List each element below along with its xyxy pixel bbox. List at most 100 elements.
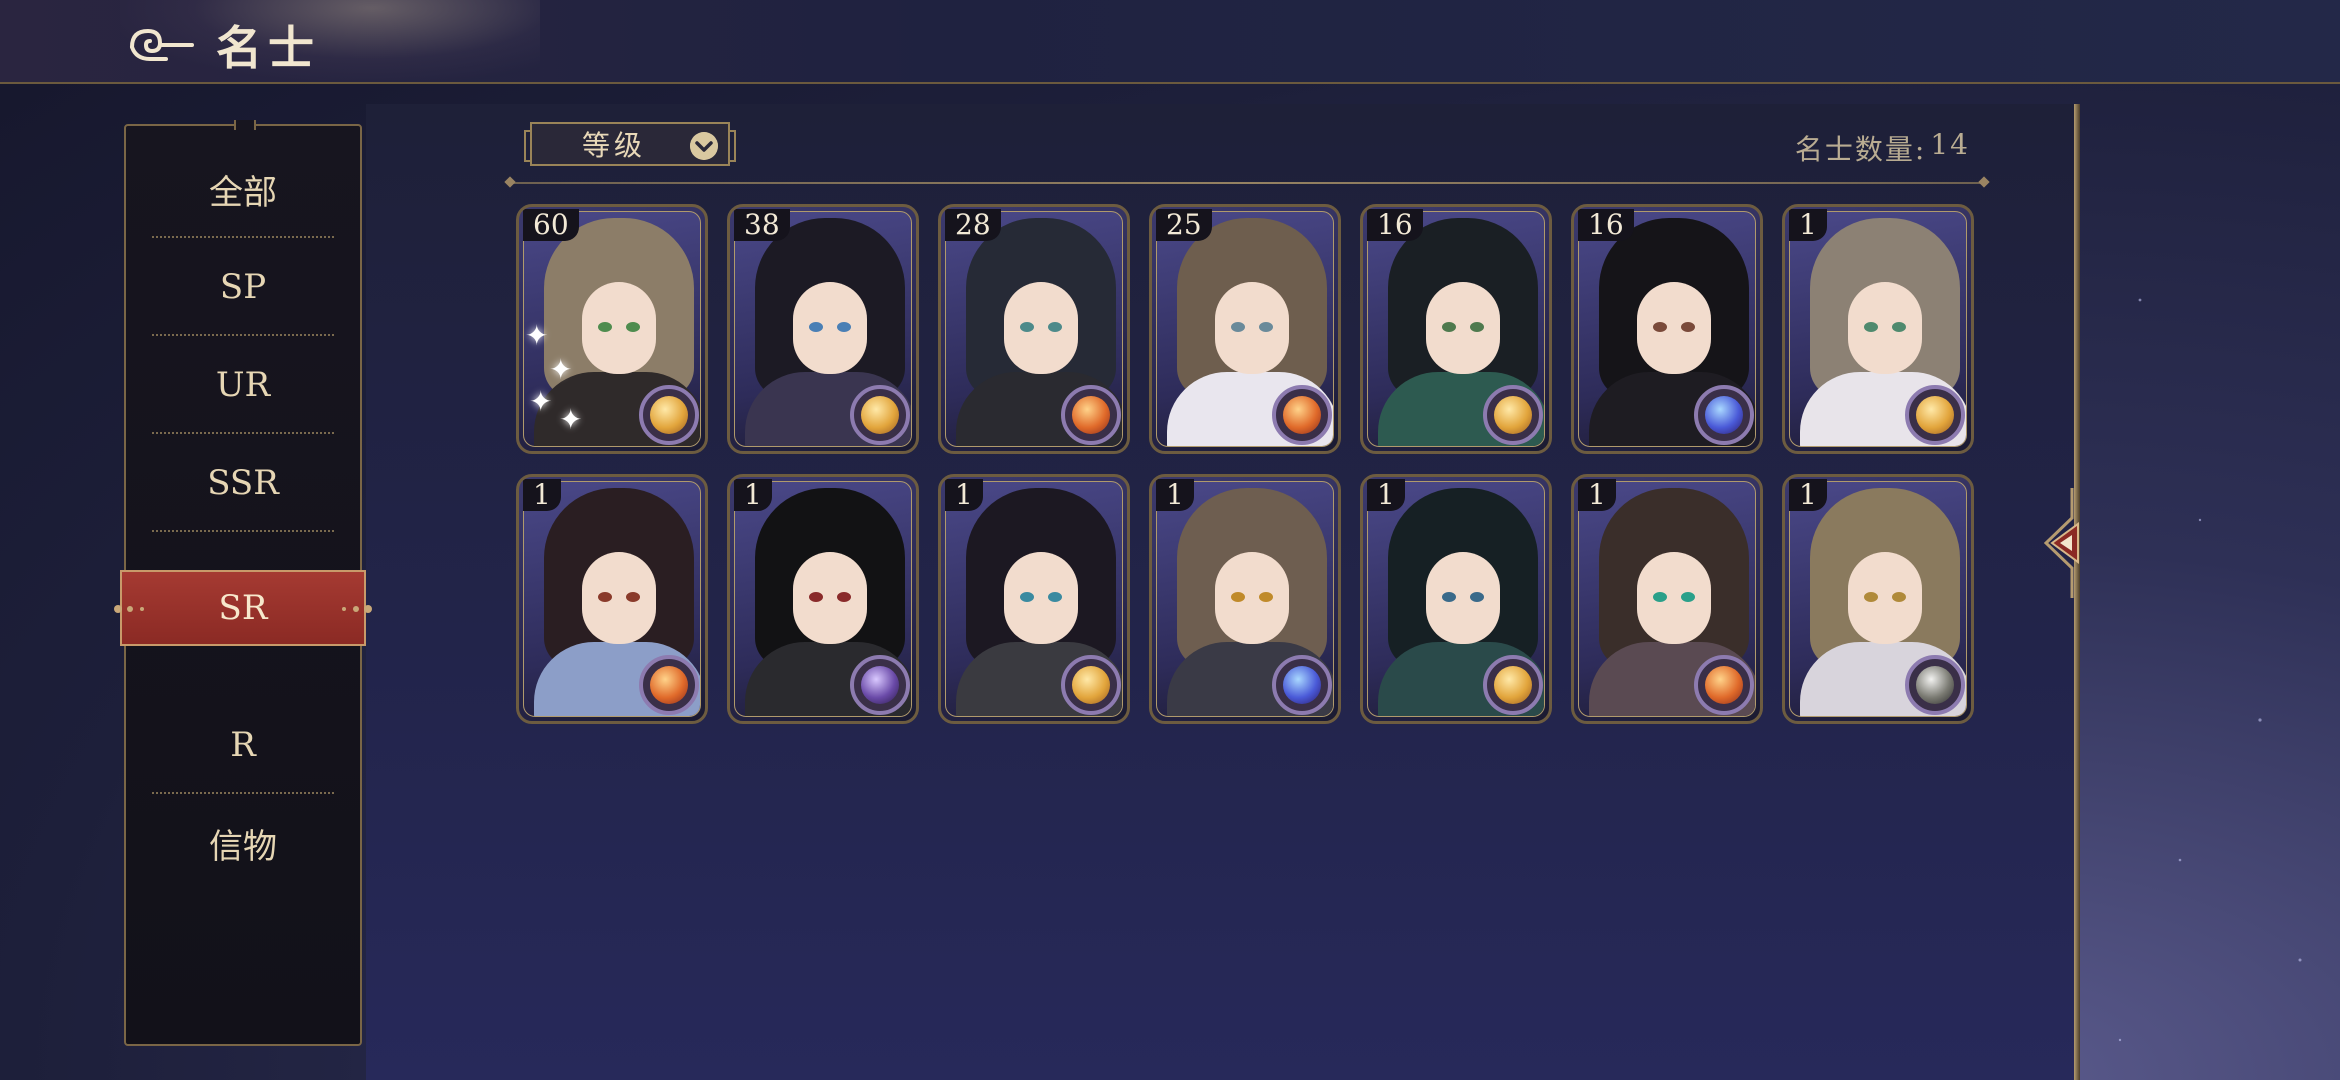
sparkle-icon: ✦	[559, 403, 583, 436]
portrait-face	[793, 282, 867, 374]
portrait-eye	[1020, 592, 1034, 602]
sidebar-item-ur[interactable]: UR	[126, 336, 360, 434]
cloud-swirl-icon	[130, 28, 194, 61]
sort-label: 等级	[582, 129, 647, 162]
portrait-eye	[1864, 592, 1878, 602]
portrait-face	[1848, 552, 1922, 644]
hero-card[interactable]: 1	[1360, 474, 1552, 724]
portrait-face	[1215, 552, 1289, 644]
sidebar-item-label: SR	[218, 588, 268, 628]
level-badge: 1	[1578, 479, 1616, 511]
level-badge: 16	[1578, 209, 1634, 241]
element-icon	[639, 385, 699, 445]
portrait-eye	[1259, 592, 1273, 602]
sidebar-item-r[interactable]: R	[126, 696, 360, 794]
portrait-eye	[626, 592, 640, 602]
hero-card[interactable]: 1	[938, 474, 1130, 724]
sidebar-item-label: R	[230, 725, 256, 765]
bracket-right	[728, 130, 736, 162]
portrait-face	[582, 282, 656, 374]
gold-orb-icon	[861, 396, 899, 434]
sort-dropdown[interactable]: 等级	[524, 122, 736, 166]
hero-card[interactable]: 1	[1571, 474, 1763, 724]
arrow-left-icon[interactable]	[2042, 488, 2088, 598]
level-badge: 1	[1156, 479, 1194, 511]
hero-card[interactable]: 60 ✦ ✦ ✦ ✦	[516, 204, 708, 454]
gold-orb-icon	[1916, 396, 1954, 434]
portrait-eye	[1653, 322, 1667, 332]
fire-orb-icon	[1705, 666, 1743, 704]
sidebar-item-all[interactable]: 全部	[126, 140, 360, 238]
cosmic-orb-icon	[1705, 396, 1743, 434]
hero-card[interactable]: 1	[727, 474, 919, 724]
element-icon	[1061, 385, 1121, 445]
header-divider	[510, 182, 1984, 184]
portrait-eye	[1231, 322, 1245, 332]
portrait-face	[1426, 552, 1500, 644]
portrait-eye	[598, 592, 612, 602]
portrait-eye	[1442, 592, 1456, 602]
gold-orb-icon	[1494, 666, 1532, 704]
hero-card[interactable]: 25	[1149, 204, 1341, 454]
element-icon	[850, 385, 910, 445]
portrait-face	[1004, 552, 1078, 644]
hero-card[interactable]: 1	[1782, 204, 1974, 454]
portrait-face	[793, 552, 867, 644]
portrait-eye	[1864, 322, 1878, 332]
ornament-icon	[114, 605, 144, 613]
portrait-eye	[809, 322, 823, 332]
hero-card[interactable]: 1	[1149, 474, 1341, 724]
sidebar-item-token[interactable]: 信物	[126, 794, 360, 892]
element-icon	[1061, 655, 1121, 715]
hero-card[interactable]: 16	[1360, 204, 1552, 454]
sidebar-item-ssr[interactable]: SSR	[126, 434, 360, 532]
portrait-eye	[1231, 592, 1245, 602]
level-badge: 1	[1789, 479, 1827, 511]
element-icon	[850, 655, 910, 715]
hero-card[interactable]: 1	[516, 474, 708, 724]
portrait-eye	[1892, 592, 1906, 602]
sparkle-icon: ✦	[549, 353, 573, 386]
count-value: 14	[1930, 128, 1970, 161]
hero-count: 名士数量: 14	[1795, 128, 1970, 168]
portrait-eye	[1020, 322, 1034, 332]
sidebar-item-sp[interactable]: SP	[126, 238, 360, 336]
portrait-eye	[1681, 322, 1695, 332]
element-icon	[639, 655, 699, 715]
sidebar-notch	[234, 120, 256, 130]
gold-orb-icon	[1072, 666, 1110, 704]
cosmic-orb-icon	[1283, 666, 1321, 704]
hero-card[interactable]: 1	[1782, 474, 1974, 724]
level-badge: 1	[734, 479, 772, 511]
gold-orb-icon	[650, 396, 688, 434]
portrait-eye	[1442, 322, 1456, 332]
chevron-down-icon	[690, 132, 718, 160]
element-icon	[1905, 655, 1965, 715]
hero-card[interactable]: 28	[938, 204, 1130, 454]
portrait-face	[1004, 282, 1078, 374]
portrait-eye	[1470, 322, 1484, 332]
portrait-eye	[1653, 592, 1667, 602]
gold-orb-icon	[1494, 396, 1532, 434]
portrait-face	[1637, 552, 1711, 644]
portrait-eye	[1470, 592, 1484, 602]
sidebar-item-label: SP	[219, 267, 267, 307]
violet-orb-icon	[861, 666, 899, 704]
level-badge: 28	[945, 209, 1001, 241]
hero-card[interactable]: 16	[1571, 204, 1763, 454]
element-icon	[1905, 385, 1965, 445]
portrait-eye	[1048, 592, 1062, 602]
level-badge: 1	[1367, 479, 1405, 511]
sparkle-icon: ✦	[529, 385, 553, 418]
category-sidebar: 全部 SP UR SSR SR R 信物	[114, 120, 372, 1046]
portrait-eye	[837, 592, 851, 602]
silver-orb-icon	[1916, 666, 1954, 704]
element-icon	[1694, 655, 1754, 715]
portrait-eye	[837, 322, 851, 332]
portrait-face	[1426, 282, 1500, 374]
hero-card[interactable]: 38	[727, 204, 919, 454]
sidebar-item-sr[interactable]: SR	[114, 570, 372, 646]
sparkle-icon: ✦	[525, 319, 549, 352]
sidebar-item-label: SSR	[207, 463, 279, 503]
element-icon	[1483, 655, 1543, 715]
